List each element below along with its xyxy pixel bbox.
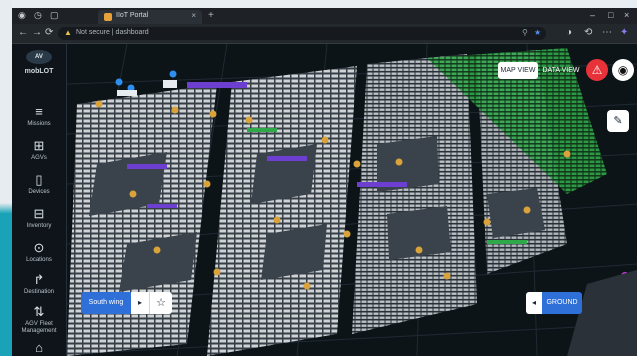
wing-label-button[interactable]: South wing xyxy=(81,292,131,314)
forward-button[interactable]: → xyxy=(32,27,42,38)
tab-active[interactable]: IIoT Portal × xyxy=(98,10,202,24)
location-icon: ⊙ xyxy=(33,240,45,255)
tabs-overview-icon[interactable]: ▢ xyxy=(50,10,59,21)
url-field[interactable]: ▲ Not secure | dashboard ⚲ ★ xyxy=(58,27,546,40)
sidebar-item-inventory[interactable]: ⊟ Inventory xyxy=(12,206,66,236)
sidebar-item-label: Inventory xyxy=(26,223,52,229)
history-icon[interactable]: ◷ xyxy=(34,10,42,21)
camera-icon: ⌂ xyxy=(35,340,43,355)
outer-frame-top xyxy=(0,0,637,8)
minimize-button[interactable]: – xyxy=(590,10,595,20)
sidebar-item-label: Locations xyxy=(26,257,52,263)
tab-strip: ◉ ◷ ▢ IIoT Portal × + – □ × xyxy=(12,8,637,24)
favorite-star-icon[interactable]: ☆ xyxy=(149,292,172,314)
tab-favicon-icon xyxy=(104,13,112,21)
brand-name: mobLOT xyxy=(24,68,54,75)
floor-level-button[interactable]: GROUND xyxy=(542,292,582,314)
browser-menu-icon[interactable]: ◉ xyxy=(18,10,26,21)
sidebar: AV mobLOT ≡ Missions ⊞ AGVs ▯ Devices ⊟ … xyxy=(12,44,67,356)
wifi-icon[interactable]: ◉ xyxy=(612,59,634,81)
key-icon[interactable]: ⚲ xyxy=(522,28,528,37)
agv-icon: ⊞ xyxy=(33,138,45,153)
sidebar-item-agvs[interactable]: ⊞ AGVs xyxy=(12,138,66,168)
extensions-icon[interactable]: ◑ xyxy=(566,27,572,38)
window-close-button[interactable]: × xyxy=(624,10,629,20)
sync-icon[interactable]: ⟲ xyxy=(584,27,592,38)
sidebar-item-label: AGV Fleet Management xyxy=(21,321,57,334)
data-view-button[interactable]: DATA VIEW xyxy=(542,62,580,79)
outer-frame-left xyxy=(0,0,12,356)
sidebar-item-destination[interactable]: ↱ Destination xyxy=(12,272,66,302)
app-logo: AV xyxy=(26,50,52,64)
new-tab-button[interactable]: + xyxy=(208,10,214,21)
address-bar: ← → ⟳ ▲ Not secure | dashboard ⚲ ★ ◑ ⟲ ⋯… xyxy=(12,24,637,44)
browser-window: ◉ ◷ ▢ IIoT Portal × + – □ × ← → ⟳ ▲ Not … xyxy=(12,8,637,356)
sidebar-item-devices[interactable]: ▯ Devices xyxy=(12,172,66,202)
back-button[interactable]: ← xyxy=(18,27,28,38)
bookmark-star-icon[interactable]: ★ xyxy=(534,28,541,37)
sidebar-item-label: Devices xyxy=(28,189,50,195)
sidebar-item-camera[interactable]: ⌂ xyxy=(12,340,66,356)
sidebar-item-missions[interactable]: ≡ Missions xyxy=(12,104,66,134)
alert-icon[interactable]: ⚠ xyxy=(586,59,608,81)
sidebar-item-locations[interactable]: ⊙ Locations xyxy=(12,240,66,270)
reload-button[interactable]: ⟳ xyxy=(45,27,53,38)
route-icon: ↱ xyxy=(33,272,45,287)
sidebar-item-label: Destination xyxy=(23,289,55,295)
close-icon[interactable]: × xyxy=(191,11,196,20)
wing-selector: South wing ▸ ☆ xyxy=(81,292,173,314)
device-icon: ▯ xyxy=(35,172,43,187)
warehouse-map[interactable]: MAP VIEW DATA VIEW ⚠ ◉ ✎ South wing ▸ ☆ … xyxy=(67,44,637,356)
more-menu-icon[interactable]: ⋯ xyxy=(602,27,612,38)
maximize-button[interactable]: □ xyxy=(608,10,613,20)
inventory-icon: ⊟ xyxy=(33,206,45,221)
app-viewport: AV mobLOT ≡ Missions ⊞ AGVs ▯ Devices ⊟ … xyxy=(12,44,637,356)
fleet-icon: ⇅ xyxy=(33,304,45,319)
warning-icon: ▲ xyxy=(64,28,72,37)
floor-level-selector: ◂ GROUND xyxy=(526,292,582,314)
chevron-right-icon[interactable]: ▸ xyxy=(131,292,149,314)
sidebar-item-label: Missions xyxy=(27,121,51,127)
sidebar-item-label: AGVs xyxy=(31,155,47,161)
edit-icon[interactable]: ✎ xyxy=(607,110,629,132)
map-view-button[interactable]: MAP VIEW xyxy=(498,62,538,79)
chevron-left-icon[interactable]: ◂ xyxy=(526,292,542,314)
url-text: Not secure | dashboard xyxy=(76,29,149,36)
assistant-icon[interactable]: ✦ xyxy=(620,27,628,38)
tab-title: IIoT Portal xyxy=(116,12,149,19)
menu-icon: ≡ xyxy=(35,104,43,119)
sidebar-item-fleet[interactable]: ⇅ AGV Fleet Management xyxy=(12,304,66,338)
